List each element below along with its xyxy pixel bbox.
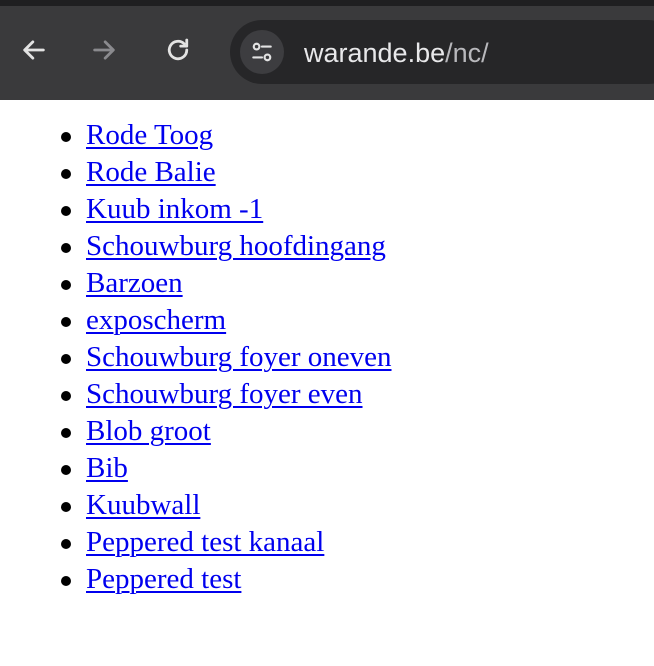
link[interactable]: exposcherm — [86, 304, 226, 336]
link-list: Rode Toog Rode Balie Kuub inkom -1 Schou… — [0, 117, 654, 598]
bullet — [61, 502, 71, 512]
list-item: Blob groot — [61, 413, 654, 450]
link[interactable]: Bib — [86, 452, 128, 484]
list-item: Schouwburg hoofdingang — [61, 228, 654, 265]
forward-button[interactable] — [84, 30, 124, 70]
link[interactable]: Rode Toog — [86, 119, 213, 151]
back-button[interactable] — [14, 30, 54, 70]
list-item: Kuubwall — [61, 487, 654, 524]
list-item: Rode Toog — [61, 117, 654, 154]
list-item: Peppered test — [61, 561, 654, 598]
link[interactable]: Blob groot — [86, 415, 211, 447]
list-item: Schouwburg foyer oneven — [61, 339, 654, 376]
bullet — [61, 391, 71, 401]
arrow-left-icon — [23, 40, 45, 60]
bullet — [61, 428, 71, 438]
link[interactable]: Kuub inkom -1 — [86, 193, 263, 225]
url-path: /nc/ — [445, 38, 489, 68]
link[interactable]: Barzoen — [86, 267, 183, 299]
bullet — [61, 354, 71, 364]
reload-icon — [167, 38, 189, 61]
link[interactable]: Schouwburg hoofdingang — [86, 230, 386, 262]
bullet — [61, 169, 71, 179]
bullet — [61, 465, 71, 475]
bullet — [61, 132, 71, 142]
link[interactable]: Schouwburg foyer even — [86, 378, 363, 410]
url-text[interactable]: warande.be/nc/ — [304, 38, 489, 68]
list-item: Peppered test kanaal — [61, 524, 654, 561]
bullet — [61, 539, 71, 549]
link[interactable]: Kuubwall — [86, 489, 200, 521]
list-item: Kuub inkom -1 — [61, 191, 654, 228]
browser-toolbar: warande.be/nc/ — [0, 0, 654, 100]
address-bar[interactable]: warande.be/nc/ — [230, 20, 654, 84]
list-item: Bib — [61, 450, 654, 487]
list-item: Barzoen — [61, 265, 654, 302]
site-info-button[interactable] — [240, 30, 284, 74]
bullet — [61, 280, 71, 290]
link[interactable]: Rode Balie — [86, 156, 216, 188]
bullet — [61, 317, 71, 327]
bullet — [61, 206, 71, 216]
tune-icon — [252, 42, 272, 62]
reload-button[interactable] — [158, 30, 198, 70]
list-item: Schouwburg foyer even — [61, 376, 654, 413]
bullet — [61, 576, 71, 586]
link[interactable]: Peppered test kanaal — [86, 526, 324, 558]
page-content: Rode Toog Rode Balie Kuub inkom -1 Schou… — [0, 100, 654, 598]
arrow-right-icon — [93, 40, 115, 60]
link[interactable]: Peppered test — [86, 563, 241, 595]
list-item: Rode Balie — [61, 154, 654, 191]
url-domain: warande.be — [304, 38, 446, 68]
bullet — [61, 243, 71, 253]
link[interactable]: Schouwburg foyer oneven — [86, 341, 392, 373]
list-item: exposcherm — [61, 302, 654, 339]
